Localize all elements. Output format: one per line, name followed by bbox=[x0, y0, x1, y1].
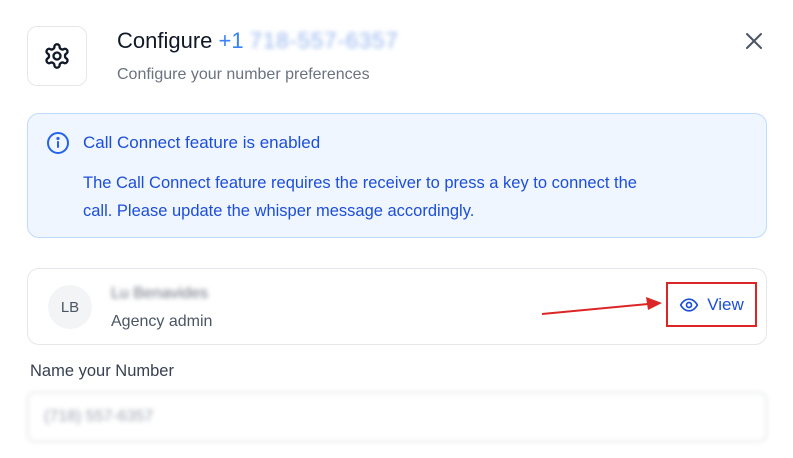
avatar: LB bbox=[48, 285, 92, 329]
title-prefix: Configure bbox=[117, 28, 213, 53]
view-button[interactable]: View bbox=[666, 282, 757, 327]
name-number-input[interactable] bbox=[27, 392, 767, 442]
title-number-redacted: 718-557-6357 bbox=[249, 28, 399, 53]
close-icon bbox=[746, 33, 762, 49]
title-number-prefix: +1 bbox=[218, 28, 244, 53]
eye-icon bbox=[680, 297, 699, 312]
name-number-label: Name your Number bbox=[30, 362, 174, 380]
settings-icon-container bbox=[27, 26, 87, 86]
alert-body: The Call Connect feature requires the re… bbox=[83, 174, 637, 220]
info-icon bbox=[47, 132, 69, 154]
call-connect-alert: Call Connect feature is enabled The Call… bbox=[27, 113, 767, 238]
annotation-arrow bbox=[541, 297, 662, 315]
alert-title: Call Connect feature is enabled bbox=[83, 133, 321, 152]
dialog-subtitle: Configure your number preferences bbox=[117, 66, 370, 83]
dialog-title: Configure +1 718-557-6357 bbox=[117, 28, 399, 54]
user-name: Lu Benavides bbox=[111, 285, 208, 302]
gear-icon bbox=[45, 43, 69, 69]
user-role: Agency admin bbox=[111, 313, 213, 330]
close-button[interactable] bbox=[740, 27, 768, 55]
view-button-label: View bbox=[707, 294, 744, 314]
